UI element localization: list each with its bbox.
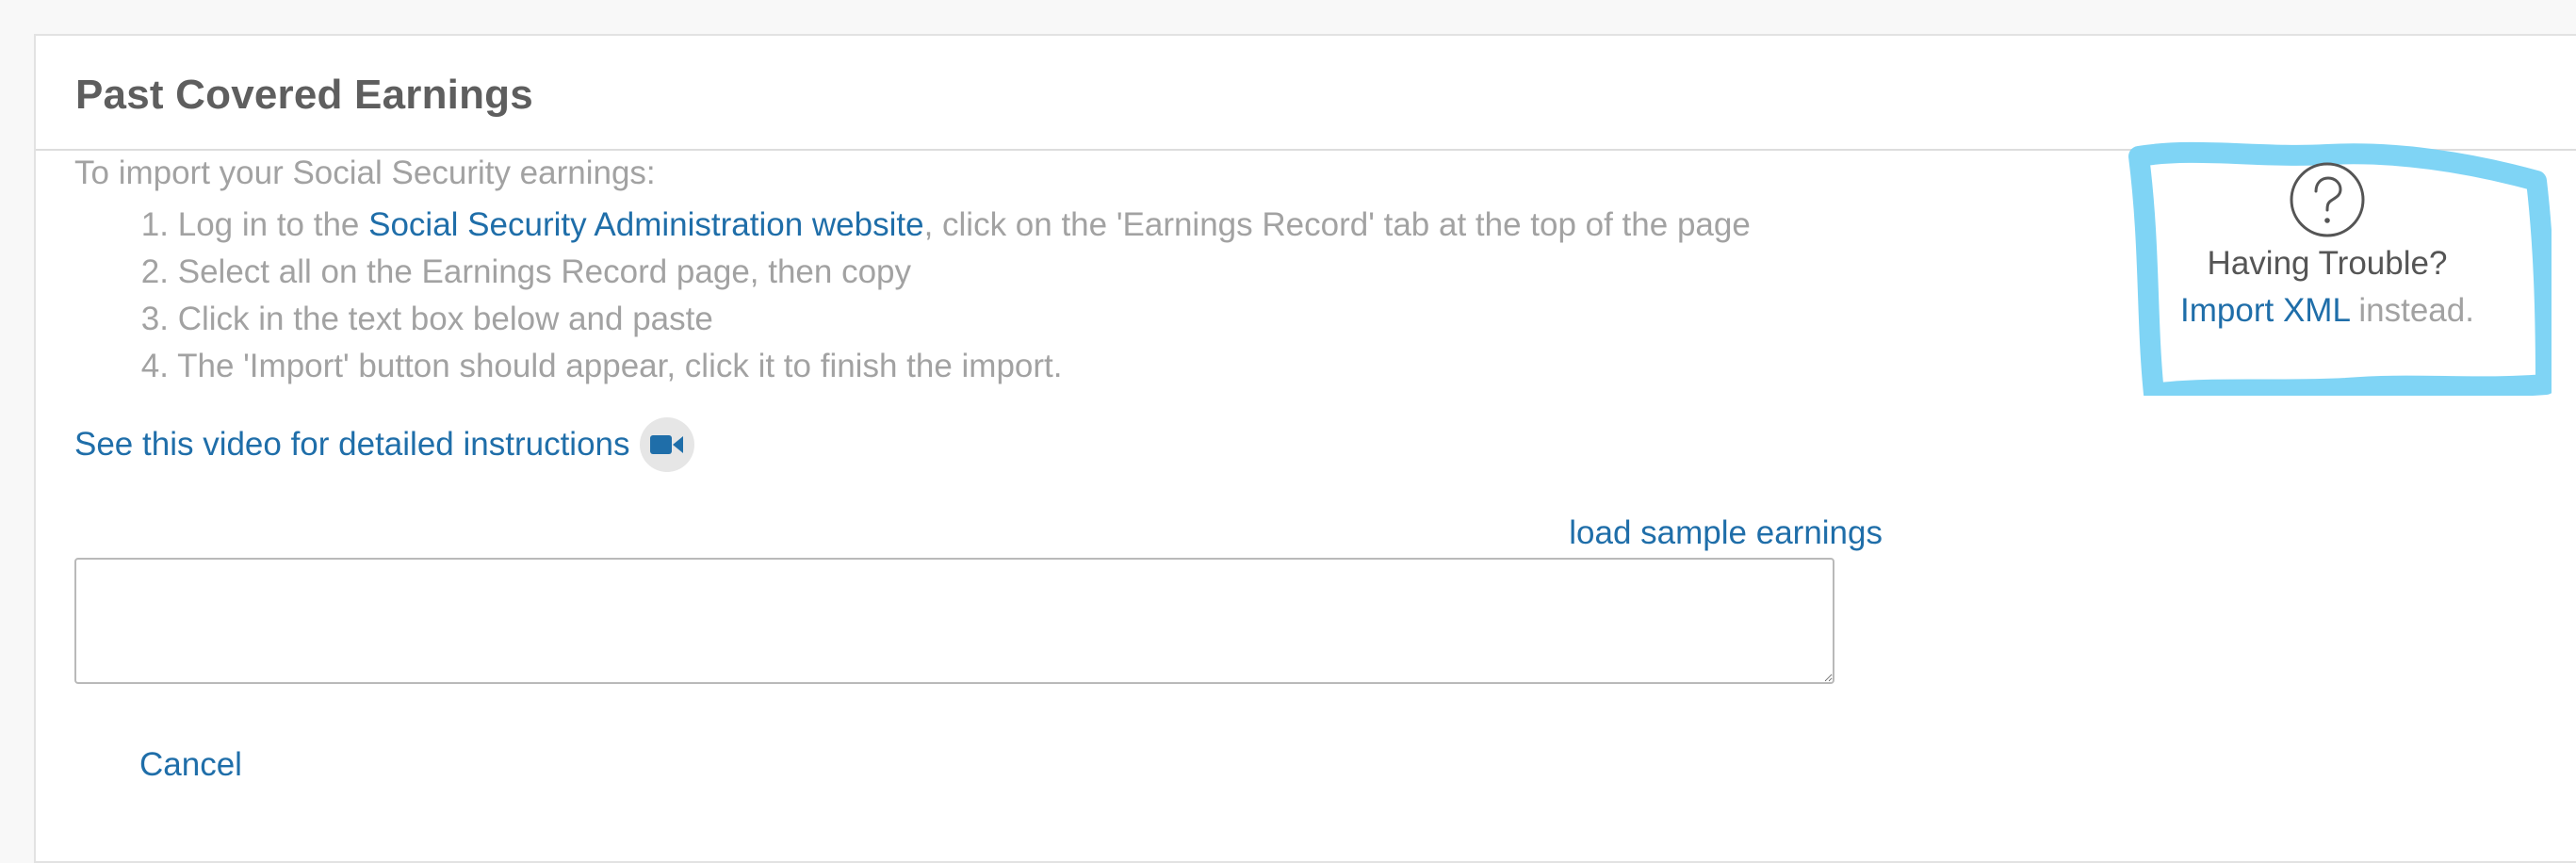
step-text: Click in the text box below and paste <box>177 301 713 337</box>
video-instructions-link[interactable]: See this video for detailed instructions <box>74 426 630 464</box>
instructions-intro: To import your Social Security earnings: <box>74 155 656 191</box>
help-subtitle: Import XML instead. <box>2111 292 2544 330</box>
help-icon-container <box>2288 160 2367 239</box>
help-suffix: instead. <box>2349 292 2474 329</box>
question-circle-icon <box>2290 162 2365 237</box>
step-number: 4. <box>140 348 169 384</box>
ssa-website-link[interactable]: Social Security Administration website <box>368 206 923 243</box>
page-title: Past Covered Earnings <box>75 72 533 118</box>
load-sample-earnings-link[interactable]: load sample earnings <box>1569 514 1883 552</box>
step-text: Log in to the <box>177 206 369 243</box>
earnings-paste-textarea[interactable] <box>74 558 1834 684</box>
step-2: 2. Select all on the Earnings Record pag… <box>74 249 1751 296</box>
step-1: 1. Log in to the Social Security Adminis… <box>74 202 1751 249</box>
instructions-steps: 1. Log in to the Social Security Adminis… <box>74 202 1751 390</box>
step-number: 1. <box>140 206 169 243</box>
step-text: , click on the 'Earnings Record' tab at … <box>923 206 1751 243</box>
step-number: 3. <box>140 301 169 337</box>
cancel-button[interactable]: Cancel <box>139 746 242 784</box>
step-3: 3. Click in the text box below and paste <box>74 296 1751 343</box>
step-text: Select all on the Earnings Record page, … <box>177 253 912 290</box>
video-button[interactable] <box>639 417 694 472</box>
step-4: 4. The 'Import' button should appear, cl… <box>74 343 1751 390</box>
video-instructions-row: See this video for detailed instructions <box>74 415 694 475</box>
help-panel: Having Trouble? Import XML instead. <box>2111 113 2552 396</box>
import-xml-link[interactable]: Import XML <box>2180 292 2350 329</box>
video-camera-icon <box>649 435 683 454</box>
step-text: The 'Import' button should appear, click… <box>177 348 1063 384</box>
help-title: Having Trouble? <box>2207 245 2448 282</box>
step-number: 2. <box>140 253 169 290</box>
